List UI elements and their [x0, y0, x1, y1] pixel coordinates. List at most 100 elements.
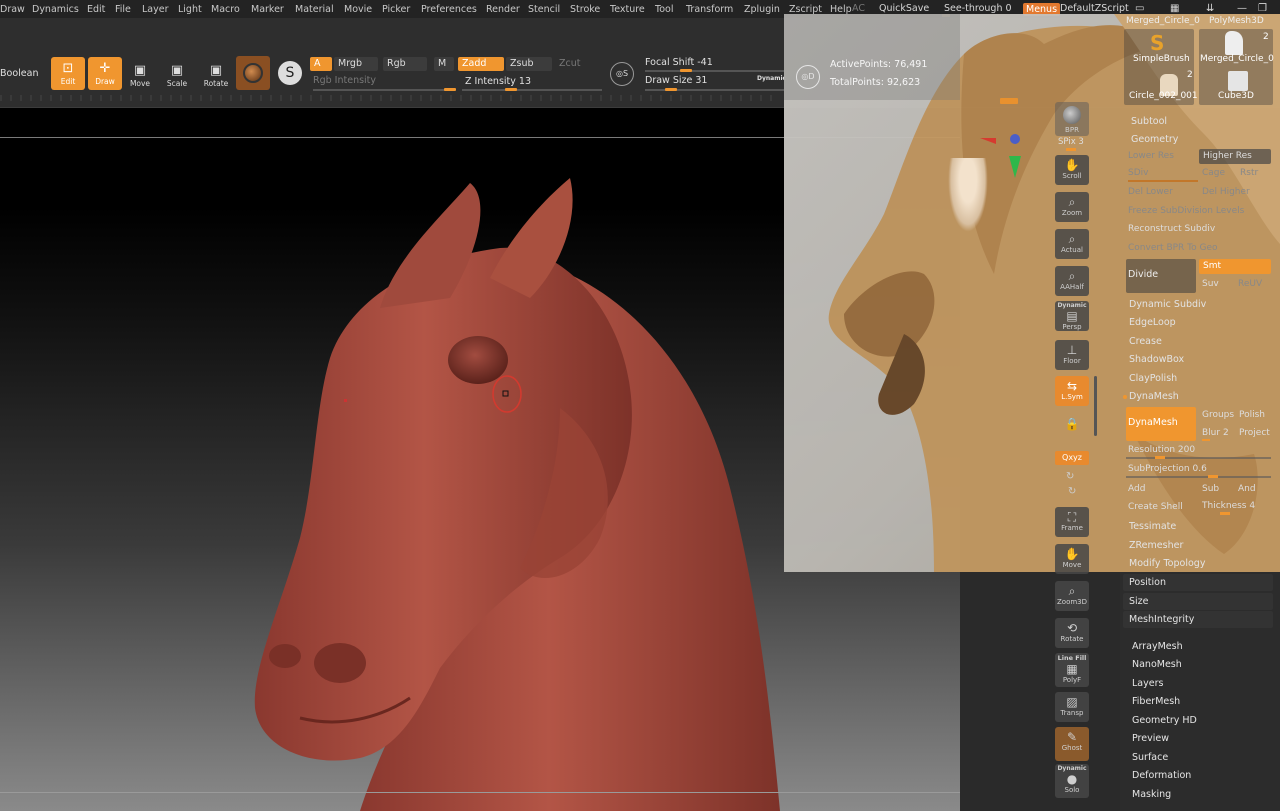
- zadd-toggle[interactable]: Zadd: [458, 57, 504, 71]
- lock-button[interactable]: 🔒: [1055, 414, 1089, 444]
- menu-light[interactable]: Light: [178, 4, 202, 15]
- brush-icon[interactable]: S: [278, 61, 302, 85]
- and-button[interactable]: And: [1238, 482, 1256, 497]
- reconstruct-subdiv-button[interactable]: Reconstruct Subdiv: [1128, 222, 1215, 237]
- frame-button[interactable]: ⛶ Frame: [1055, 507, 1089, 537]
- boolean-button[interactable]: Boolean: [0, 68, 38, 79]
- modify-topology-header[interactable]: Modify Topology: [1129, 555, 1205, 572]
- menu-edit[interactable]: Edit: [87, 4, 105, 15]
- dynamesh-header[interactable]: DynaMesh: [1129, 388, 1179, 405]
- z-intensity-slider[interactable]: Z Intensity 13: [465, 76, 531, 87]
- lsym-button[interactable]: ⇆ L.Sym: [1055, 376, 1089, 406]
- ghost-button[interactable]: ✎ Ghost: [1055, 727, 1089, 761]
- rotate-y-icon[interactable]: ↻: [1066, 471, 1074, 482]
- rstr-button[interactable]: Rstr: [1240, 166, 1258, 181]
- palette-scrollbar[interactable]: [1094, 376, 1097, 436]
- menu-movie[interactable]: Movie: [344, 4, 372, 15]
- menu-draw[interactable]: Draw: [0, 4, 25, 15]
- claypolish-header[interactable]: ClayPolish: [1129, 370, 1177, 387]
- tessimate-header[interactable]: Tessimate: [1129, 518, 1176, 535]
- subprojection-track[interactable]: [1126, 476, 1271, 478]
- zcut-toggle[interactable]: Zcut: [555, 57, 595, 71]
- persp-button[interactable]: Dynamic ▤ Persp: [1055, 301, 1089, 331]
- rotate-z-icon[interactable]: ↻: [1068, 486, 1076, 497]
- smt-toggle[interactable]: Smt: [1199, 259, 1271, 274]
- divide-button[interactable]: Divide: [1126, 259, 1196, 293]
- material-swatch[interactable]: [236, 56, 270, 90]
- menu-transform[interactable]: Transform: [686, 4, 733, 15]
- rotate-view-button[interactable]: ⟲ Rotate: [1055, 618, 1089, 648]
- focal-shift-track[interactable]: [645, 70, 785, 72]
- surface-header[interactable]: Surface: [1132, 752, 1168, 763]
- menu-stencil[interactable]: Stencil: [528, 4, 560, 15]
- lower-res-button[interactable]: Lower Res: [1128, 149, 1174, 164]
- edit-button[interactable]: ⊡ Edit: [51, 57, 85, 90]
- scale-button[interactable]: ▣ Scale: [164, 59, 190, 89]
- polish-toggle[interactable]: Polish: [1239, 408, 1265, 423]
- menu-marker[interactable]: Marker: [251, 4, 284, 15]
- quicksave-button[interactable]: QuickSave: [879, 3, 929, 14]
- preview-header[interactable]: Preview: [1132, 733, 1169, 744]
- subprojection-slider[interactable]: SubProjection 0.6: [1128, 462, 1207, 477]
- menu-material[interactable]: Material: [295, 4, 334, 15]
- z-intensity-track[interactable]: [462, 89, 602, 91]
- resolution-track[interactable]: [1126, 457, 1271, 459]
- dynamesh-button[interactable]: DynaMesh: [1126, 407, 1196, 441]
- actual-button[interactable]: ⌕ Actual: [1055, 229, 1089, 259]
- menu-layer[interactable]: Layer: [142, 4, 169, 15]
- higher-res-button[interactable]: Higher Res: [1199, 149, 1271, 164]
- floor-button[interactable]: ⊥ Floor: [1055, 340, 1089, 370]
- rgb-intensity-track[interactable]: [313, 89, 455, 91]
- menu-tool[interactable]: Tool: [655, 4, 673, 15]
- zoom-button[interactable]: ⌕ Zoom: [1055, 192, 1089, 222]
- focal-shift-knob[interactable]: [680, 69, 692, 72]
- help-icon[interactable]: ▭: [1135, 3, 1144, 14]
- masking-header[interactable]: Masking: [1132, 789, 1171, 800]
- project-toggle[interactable]: Project: [1239, 426, 1270, 441]
- subprojection-knob[interactable]: [1208, 475, 1218, 478]
- see-through-slider[interactable]: See-through 0: [944, 3, 1012, 14]
- sub-button[interactable]: Sub: [1202, 482, 1219, 497]
- menu-stroke[interactable]: Stroke: [570, 4, 600, 15]
- nanomesh-header[interactable]: NanoMesh: [1132, 659, 1182, 670]
- polyf-button[interactable]: Line Fill ▦ PolyF: [1055, 653, 1089, 687]
- shadowbox-header[interactable]: ShadowBox: [1129, 351, 1184, 368]
- deformation-header[interactable]: Deformation: [1132, 770, 1191, 781]
- draw-size-d-icon[interactable]: ◎D: [796, 65, 820, 89]
- ac-label[interactable]: AC: [852, 3, 865, 14]
- rgb-toggle[interactable]: Rgb: [383, 57, 427, 71]
- rotate-button[interactable]: ▣ Rotate: [201, 59, 231, 89]
- geometry-hd-header[interactable]: Geometry HD: [1132, 715, 1197, 726]
- groups-toggle[interactable]: Groups: [1202, 408, 1234, 423]
- draw-size-knob[interactable]: [665, 88, 677, 91]
- menu-render[interactable]: Render: [486, 4, 520, 15]
- draw-size-slider[interactable]: Draw Size 31: [645, 75, 707, 86]
- reuv-button[interactable]: ReUV: [1238, 277, 1262, 292]
- dynamic-toggle[interactable]: Dynamic: [757, 75, 786, 82]
- scroll-button[interactable]: ✋ Scroll: [1055, 155, 1089, 185]
- add-button[interactable]: Add: [1128, 482, 1145, 497]
- zsub-toggle[interactable]: Zsub: [506, 57, 552, 71]
- edgeloop-header[interactable]: EdgeLoop: [1129, 314, 1176, 331]
- z-intensity-knob[interactable]: [505, 88, 517, 91]
- rgb-intensity-knob[interactable]: [444, 88, 456, 91]
- mrgb-toggle[interactable]: Mrgb: [334, 57, 378, 71]
- focal-shift-slider[interactable]: Focal Shift -41: [645, 57, 713, 68]
- subtool-header[interactable]: Subtool: [1131, 113, 1167, 130]
- default-zscript-button[interactable]: DefaultZScript: [1060, 3, 1129, 14]
- del-higher-button[interactable]: Del Higher: [1202, 185, 1250, 200]
- spix-slider[interactable]: SPix 3: [1058, 137, 1084, 147]
- collapse-icon[interactable]: ⇊: [1206, 3, 1214, 14]
- position-header[interactable]: Position: [1129, 574, 1166, 591]
- orientation-gizmo[interactable]: [946, 134, 1021, 236]
- bpr-button[interactable]: BPR: [1055, 102, 1089, 136]
- dynamic-subdiv-header[interactable]: Dynamic Subdiv: [1129, 296, 1206, 313]
- crease-header[interactable]: Crease: [1129, 333, 1162, 350]
- cage-button[interactable]: Cage: [1202, 166, 1225, 181]
- sdiv-track[interactable]: [1128, 180, 1198, 182]
- zoom3d-button[interactable]: ⌕ Zoom3D: [1055, 581, 1089, 611]
- menu-preferences[interactable]: Preferences: [421, 4, 477, 15]
- spix-knob[interactable]: [1066, 148, 1076, 151]
- transp-button[interactable]: ▨ Transp: [1055, 692, 1089, 722]
- focal-shift-icon[interactable]: ◎S: [610, 62, 634, 86]
